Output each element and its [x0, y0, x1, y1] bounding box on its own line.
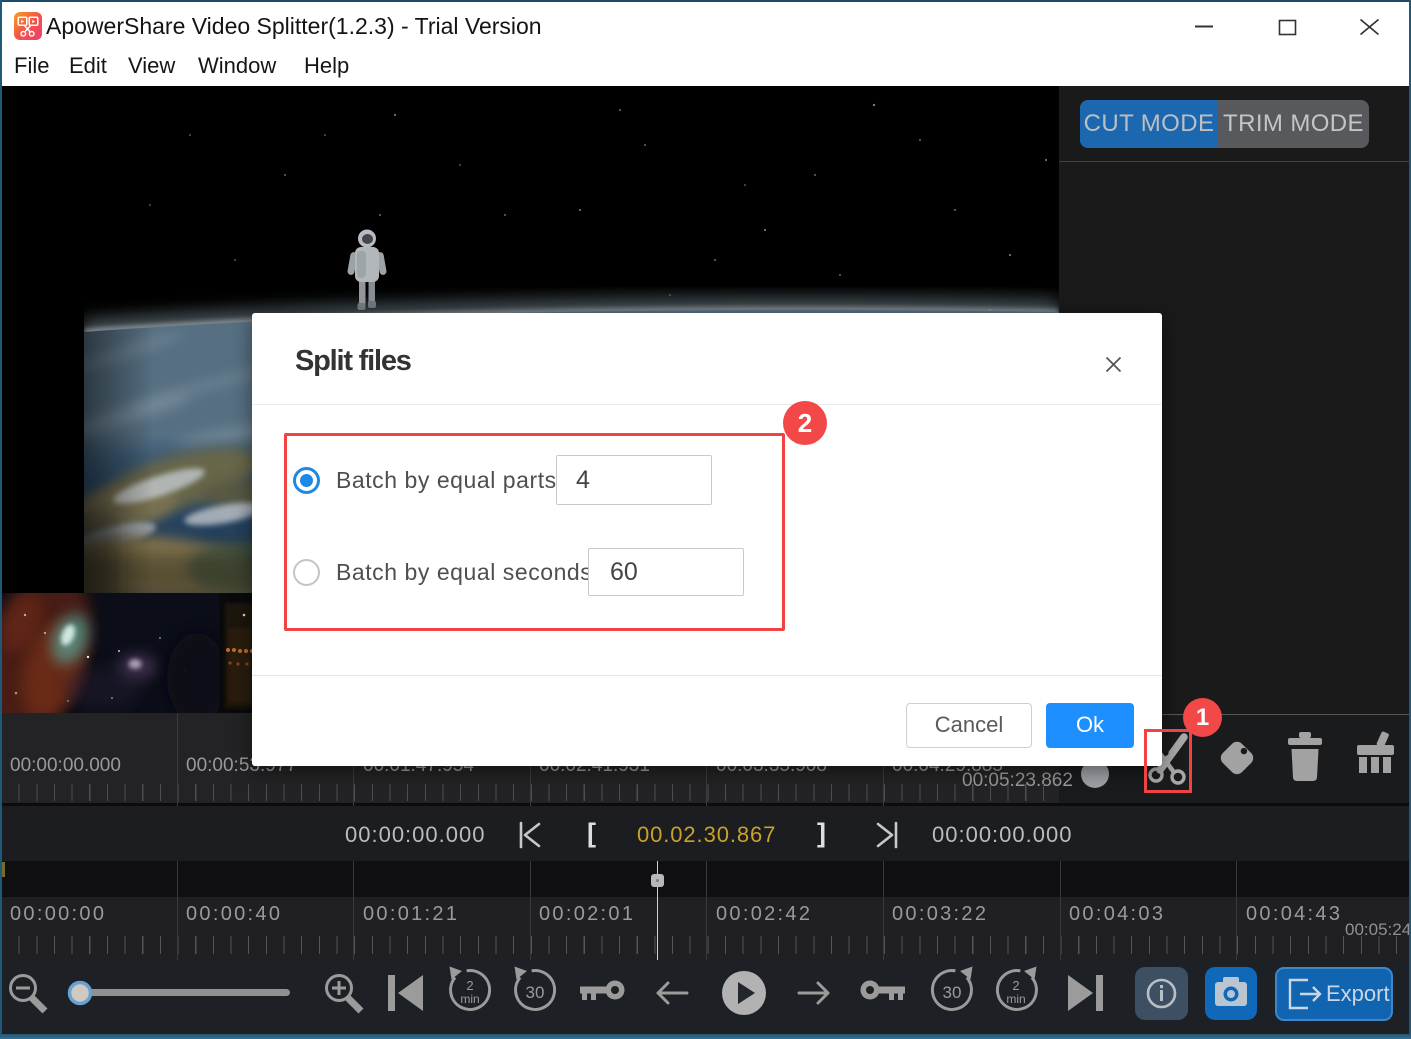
svg-text:30: 30	[943, 983, 962, 1002]
svg-text:2: 2	[1012, 978, 1019, 993]
svg-text:2: 2	[466, 978, 473, 993]
svg-text:min: min	[460, 992, 479, 1006]
svg-text:min: min	[1006, 992, 1025, 1006]
svg-text:Export: Export	[1326, 981, 1390, 1006]
svg-text:30: 30	[526, 983, 545, 1002]
